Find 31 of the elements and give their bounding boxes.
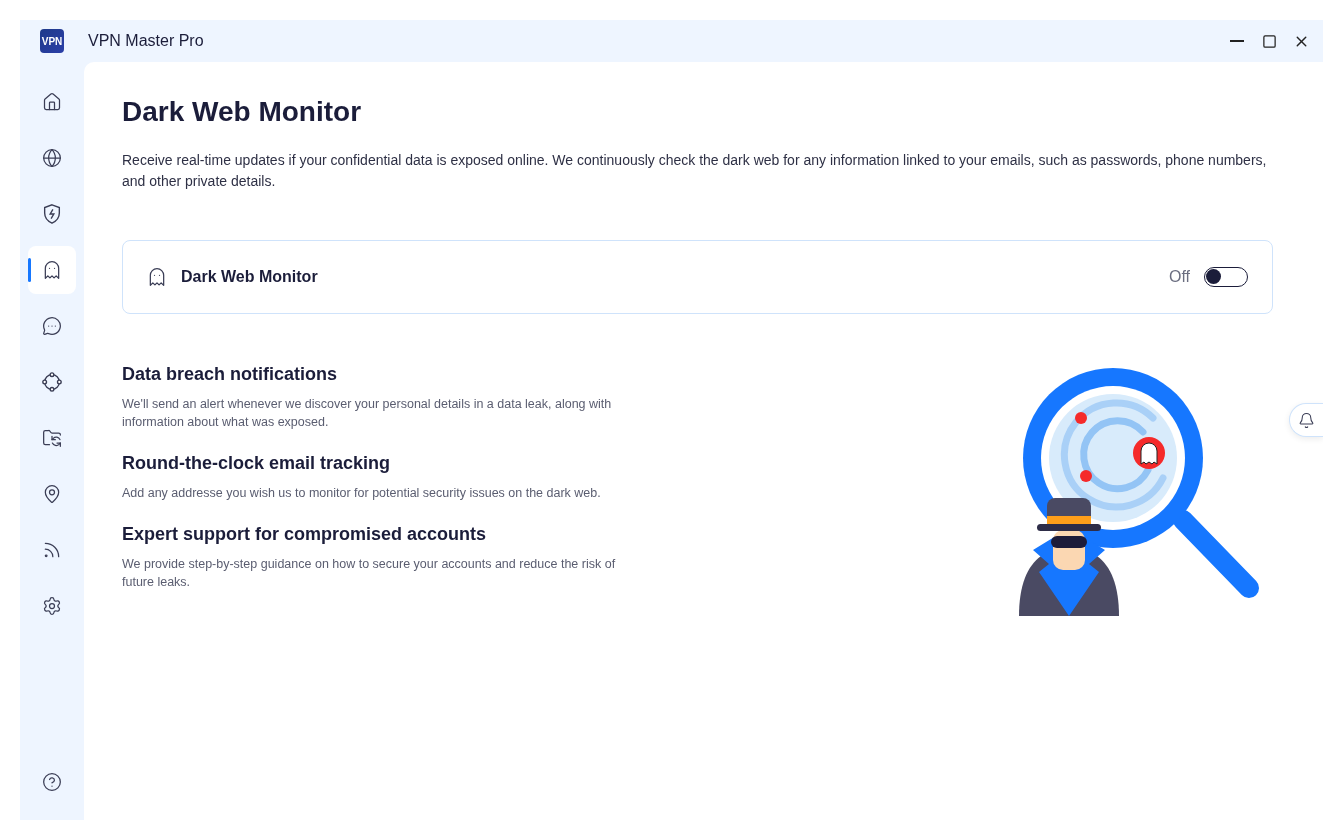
nodes-icon (41, 371, 63, 393)
page-title: Dark Web Monitor (122, 96, 363, 128)
window-title: VPN Master Pro (88, 32, 205, 50)
toggle-state-text: Off (1168, 268, 1190, 286)
chat-icon (42, 316, 62, 336)
monitor-toggle[interactable] (1204, 267, 1248, 287)
card-label: Dark Web Monitor (181, 268, 319, 286)
minimize-icon (1230, 40, 1244, 42)
rss-icon (42, 540, 62, 560)
home-icon (42, 92, 62, 112)
shield-icon (41, 203, 63, 225)
location-pin-icon (42, 484, 62, 504)
app-logo: VPN (40, 29, 64, 53)
feature-description: Add any addresse you wish us to monitor for potential security issues on the dark web. (122, 485, 602, 502)
feature-title: Round-the-clock email tracking (122, 453, 392, 474)
ghost-icon (147, 267, 167, 287)
page-description: Receive real-time updates if your confidential data is exposed online. We continuously check the dark web for any information linked to your emails, such as passwords, phone numbers, and other private details. (122, 151, 1268, 191)
sidebar-item[interactable] (28, 246, 76, 294)
globe-icon (42, 148, 62, 168)
maximize-icon (1261, 33, 1277, 49)
bell-icon (1298, 411, 1315, 429)
ghost-icon (42, 260, 62, 280)
notifications-button[interactable] (1289, 403, 1323, 437)
help-button[interactable] (40, 770, 64, 794)
settings-icon (42, 596, 62, 616)
feature-description: We'll send an alert whenever we discover your personal details in a data leak, along with information about what was exposed. (122, 396, 613, 431)
feature-title: Data breach notifications (122, 364, 339, 385)
feature-description: We provide step-by-step guidance on how to secure your accounts and reduce the risk of future leaks. (122, 556, 617, 591)
feature-title: Expert support for compromised accounts (122, 524, 488, 545)
folder-sync-icon (42, 428, 62, 448)
help-icon (42, 772, 62, 792)
